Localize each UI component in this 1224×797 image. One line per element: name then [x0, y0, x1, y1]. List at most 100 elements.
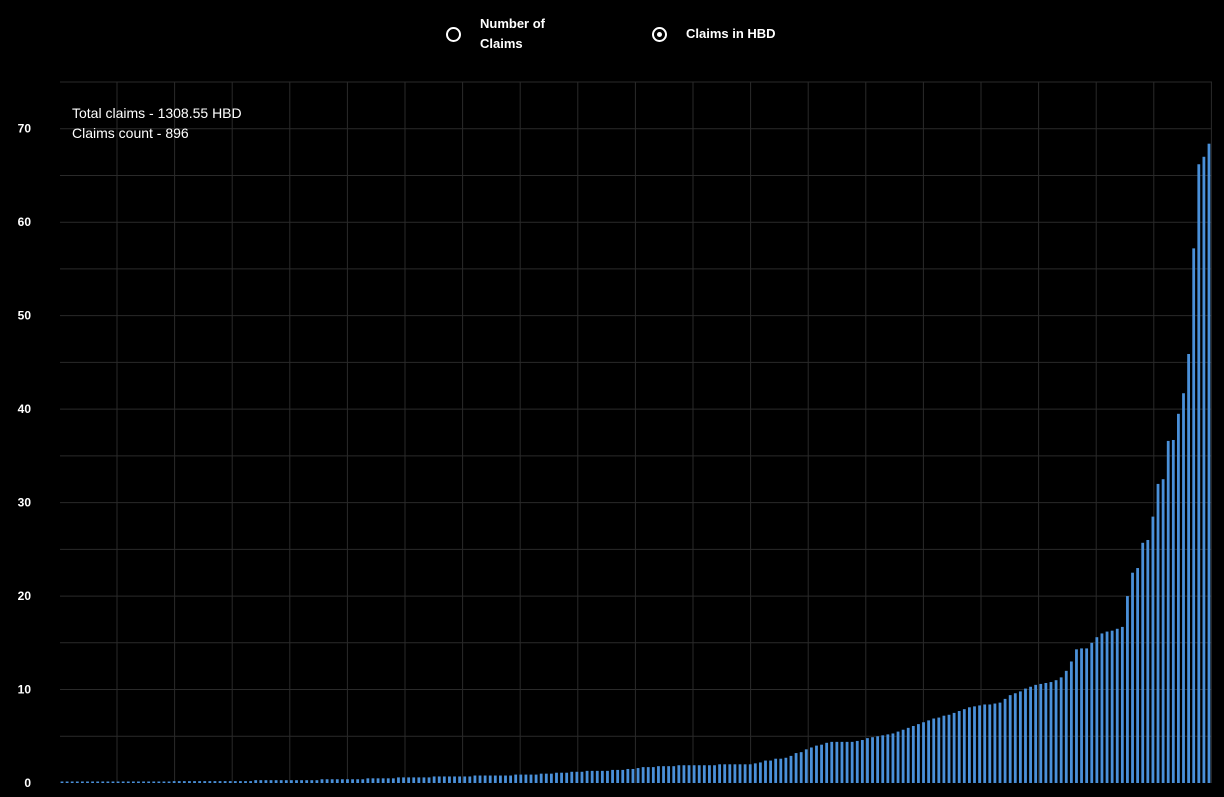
bar — [886, 734, 890, 783]
bar — [968, 707, 971, 783]
bar — [1034, 684, 1038, 783]
bar — [493, 775, 497, 783]
bar — [789, 755, 793, 783]
bar — [947, 714, 951, 783]
bar — [657, 766, 660, 783]
bar — [402, 777, 405, 783]
bar — [422, 777, 426, 783]
bar — [86, 781, 89, 783]
bar — [1069, 661, 1073, 783]
bar — [804, 749, 808, 783]
bar — [662, 766, 665, 783]
bar — [356, 779, 360, 783]
bar — [259, 780, 263, 783]
bar — [906, 727, 910, 783]
bar — [998, 702, 1002, 783]
bar — [1126, 596, 1129, 783]
bar — [305, 780, 309, 783]
bar — [70, 781, 74, 783]
bar — [330, 779, 334, 783]
bar — [896, 731, 900, 783]
bar — [172, 781, 176, 783]
bar — [621, 769, 625, 783]
bar — [1008, 695, 1012, 783]
bar — [952, 712, 956, 783]
bar — [1039, 683, 1043, 783]
bar — [167, 781, 171, 783]
bar — [560, 772, 563, 783]
bar — [1100, 633, 1104, 783]
bar — [718, 764, 722, 783]
y-tick-label: 30 — [18, 496, 32, 510]
bar — [866, 738, 869, 783]
y-tick-label: 10 — [18, 683, 32, 697]
bar — [453, 776, 456, 783]
bar — [1161, 479, 1165, 783]
bar — [539, 773, 543, 783]
bar — [177, 781, 181, 783]
bar — [835, 741, 839, 783]
bar — [1146, 539, 1150, 783]
bar — [386, 778, 390, 783]
bar — [228, 781, 232, 783]
bar — [565, 772, 569, 783]
bar — [509, 775, 512, 783]
bar — [239, 781, 242, 783]
y-tick-label: 20 — [18, 589, 32, 603]
bar — [1197, 164, 1201, 783]
bar — [223, 781, 227, 783]
bar — [692, 765, 696, 783]
bar — [346, 779, 349, 783]
bar — [1075, 649, 1078, 783]
bar — [937, 717, 941, 783]
bar — [1171, 439, 1175, 783]
total-claims-text: Total claims - 1308.55 HBD — [72, 105, 242, 121]
bar — [580, 771, 584, 783]
bar — [188, 781, 191, 783]
bar — [1187, 353, 1191, 783]
bar — [606, 770, 609, 783]
bar — [901, 729, 905, 783]
bar — [412, 777, 416, 783]
y-tick-label: 70 — [18, 122, 32, 136]
bar — [891, 733, 895, 783]
bar — [728, 764, 732, 783]
bar — [60, 781, 64, 783]
bar — [152, 781, 156, 783]
bar — [942, 715, 946, 783]
bar — [432, 776, 436, 783]
bar — [840, 741, 844, 783]
bar — [483, 775, 487, 783]
bar — [244, 781, 247, 783]
y-tick-label: 50 — [18, 309, 32, 323]
bar — [310, 780, 314, 783]
bar — [590, 770, 594, 783]
bar — [713, 765, 716, 783]
bar — [371, 778, 375, 783]
bar — [764, 760, 767, 783]
bar — [417, 777, 421, 783]
bar — [162, 781, 166, 783]
bar — [1054, 680, 1058, 783]
bar — [340, 779, 344, 783]
bar — [1095, 637, 1099, 783]
bar — [1151, 516, 1155, 783]
bar — [774, 758, 778, 783]
bar — [779, 758, 783, 783]
bar — [137, 781, 140, 783]
bar — [106, 781, 110, 783]
claims-count-text: Claims count - 896 — [72, 125, 189, 141]
bar — [126, 781, 130, 783]
bar — [677, 765, 681, 783]
bar — [636, 768, 640, 783]
bar — [1059, 677, 1063, 783]
bar — [1136, 568, 1140, 783]
bar — [1085, 648, 1089, 783]
bar — [1013, 693, 1017, 783]
bar — [504, 775, 507, 783]
bar — [111, 781, 115, 783]
bar — [427, 777, 431, 783]
claims-chart-page: Number of Claims Claims in HBD 0 10 20 30 40… — [0, 0, 1224, 797]
bar — [442, 776, 446, 783]
bar — [855, 740, 859, 783]
